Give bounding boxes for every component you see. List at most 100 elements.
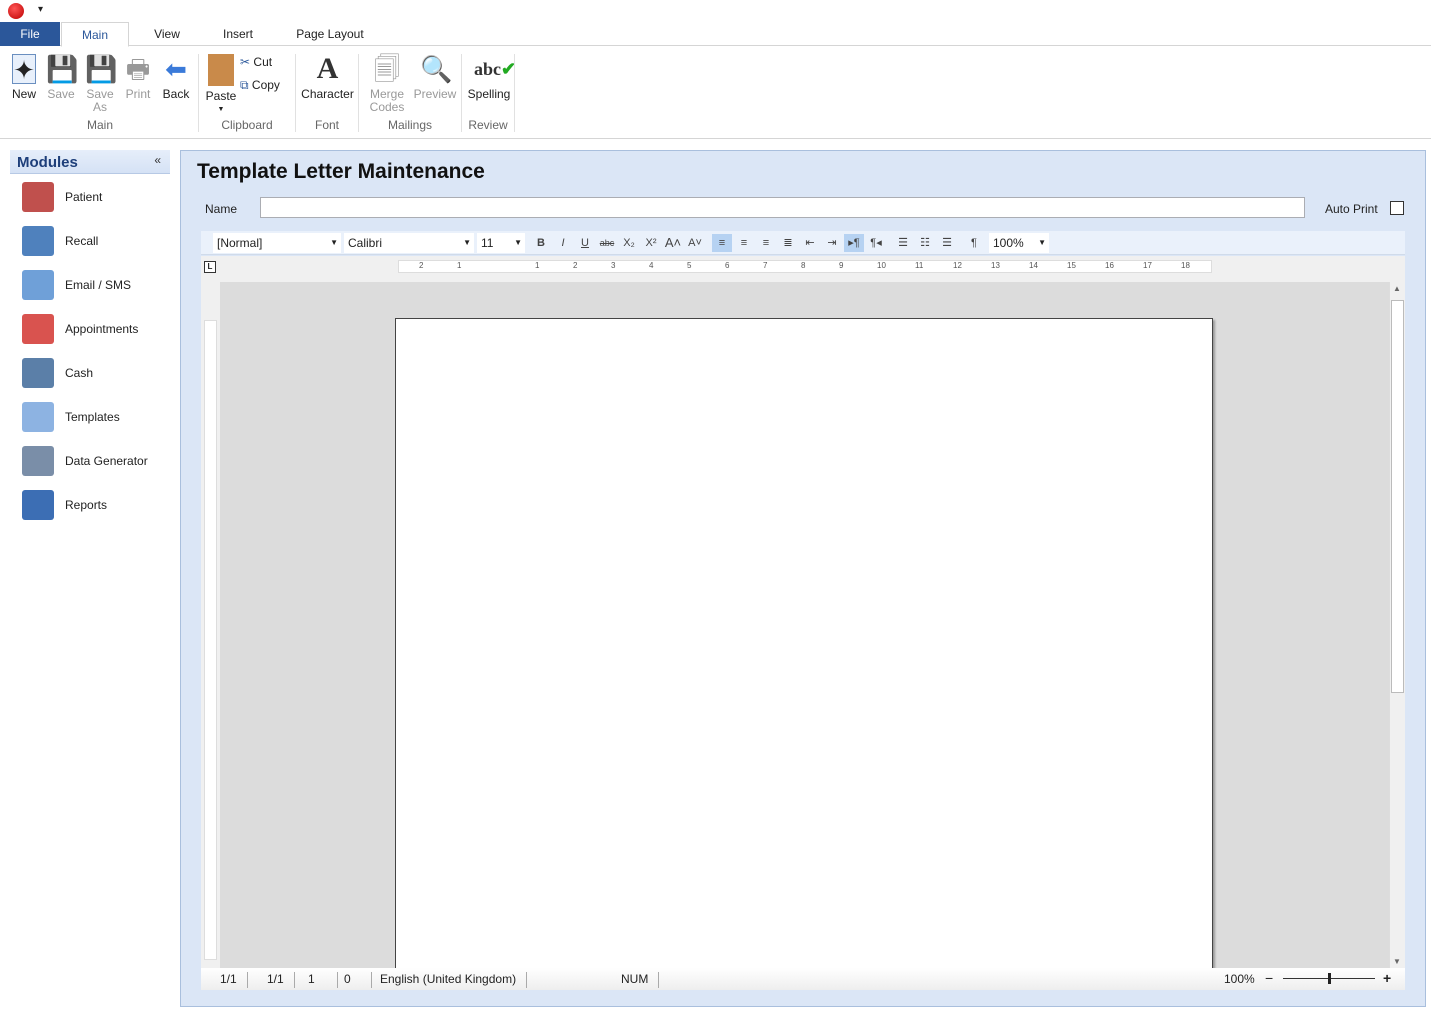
font-size-dropdown[interactable]: 11 ▼ <box>477 233 525 253</box>
tab-page-layout[interactable]: Page Layout <box>290 22 370 46</box>
status-language: English (United Kingdom) <box>380 972 528 988</box>
bold-icon[interactable]: B <box>531 234 551 252</box>
modules-title: Modules <box>17 154 78 171</box>
scrollbar-thumb[interactable] <box>1391 300 1404 693</box>
ruler-label: 6 <box>725 261 730 270</box>
bullets-icon[interactable]: ☰ <box>893 234 913 252</box>
ruler-label: 2 <box>573 261 578 270</box>
module-data-generator[interactable]: Data Generator <box>22 444 172 480</box>
grow-font-icon[interactable]: A˄ <box>663 234 683 252</box>
ltr-icon[interactable]: ▸¶ <box>844 234 864 252</box>
zoom-dropdown[interactable]: 100% ▼ <box>989 233 1049 253</box>
strikethrough-icon[interactable]: abc <box>597 234 617 252</box>
module-icon <box>22 226 54 256</box>
ruler-label: 4 <box>649 261 654 270</box>
character-button[interactable]: A Character <box>300 54 355 101</box>
module-templates[interactable]: Templates <box>22 400 172 436</box>
style-dropdown[interactable]: [Normal] ▼ <box>213 233 341 253</box>
ruler-label: 17 <box>1143 261 1152 270</box>
module-icon <box>22 446 54 476</box>
justify-icon[interactable]: ≣ <box>778 234 798 252</box>
zoom-slider[interactable] <box>1283 973 1375 984</box>
preview-button[interactable]: 🔍 Preview <box>412 54 458 101</box>
vertical-ruler[interactable] <box>201 282 220 968</box>
save-as-button[interactable]: 💾 Save As <box>84 54 118 114</box>
ribbon-tabs: File Main View Insert Page Layout <box>0 22 1431 47</box>
align-right-icon[interactable]: ≡ <box>756 234 776 252</box>
zoom-slider-thumb[interactable] <box>1328 973 1331 984</box>
save-button[interactable]: 💾 Save <box>45 54 79 101</box>
ruler-label: 16 <box>1105 261 1114 270</box>
tab-file[interactable]: File <box>0 22 60 46</box>
back-button[interactable]: ⬅ Back <box>160 54 192 101</box>
formatting-toolbar: [Normal] ▼ Calibri ▼ 11 ▼ B I U abc X₂ X² A… <box>201 231 1405 255</box>
auto-print-checkbox[interactable] <box>1390 201 1404 215</box>
save-icon: 💾 <box>46 54 79 84</box>
module-label: Patient <box>65 190 103 204</box>
cut-button[interactable]: ✂ Cut <box>240 55 272 69</box>
name-input[interactable] <box>260 197 1305 218</box>
paste-button[interactable]: Paste ▼ <box>204 54 238 116</box>
italic-icon[interactable]: I <box>553 234 573 252</box>
collapse-modules-button[interactable]: « <box>154 153 161 167</box>
subscript-icon[interactable]: X₂ <box>619 234 639 252</box>
ruler-scale[interactable]: 2 1 1 2 3 4 5 6 7 8 9 10 11 12 13 14 15 16 17 18 <box>398 260 1212 273</box>
status-num: NUM <box>621 972 660 988</box>
status-line: 1 <box>308 972 338 988</box>
underline-icon[interactable]: U <box>575 234 595 252</box>
module-icon <box>22 490 54 520</box>
spelling-button[interactable]: abc✔ Spelling <box>465 54 517 101</box>
module-reports[interactable]: Reports <box>22 488 172 524</box>
tab-view[interactable]: View <box>140 22 194 46</box>
tab-stop-selector[interactable]: L <box>204 261 216 273</box>
spellcheck-icon: abc✔ <box>474 59 517 79</box>
clipboard-icon <box>208 54 234 86</box>
module-label: Email / SMS <box>65 278 132 292</box>
new-button[interactable]: ✦ New <box>8 54 40 101</box>
ruler-label: 14 <box>1029 261 1038 270</box>
printer-icon: 🖶 <box>125 54 151 84</box>
shrink-font-icon[interactable]: A˅ <box>685 234 705 252</box>
merge-codes-button[interactable]: 🗐 Merge Codes <box>365 54 409 114</box>
superscript-icon[interactable]: X² <box>641 234 661 252</box>
numbering-icon[interactable]: ☷ <box>915 234 935 252</box>
app-logo <box>8 3 24 19</box>
font-dropdown[interactable]: Calibri ▼ <box>344 233 474 253</box>
module-email-sms[interactable]: Email / SMS <box>22 268 172 304</box>
vertical-scrollbar[interactable]: ▲ ▼ <box>1389 282 1405 968</box>
save-as-icon: 💾 <box>85 54 118 84</box>
module-recall[interactable]: Recall <box>22 224 172 260</box>
module-label: Data Generator <box>65 454 148 468</box>
multilevel-list-icon[interactable]: ☰ <box>937 234 957 252</box>
tab-main[interactable]: Main <box>61 22 129 47</box>
document-page[interactable] <box>395 318 1213 968</box>
module-patient[interactable]: Patient <box>22 180 172 216</box>
ruler-label: 1 <box>457 261 462 270</box>
rtl-icon[interactable]: ¶◂ <box>866 234 886 252</box>
increase-indent-icon[interactable]: ⇥ <box>822 234 842 252</box>
module-label: Appointments <box>65 322 139 336</box>
status-bar: 1/1 1/1 1 0 English (United Kingdom) NUM… <box>201 968 1405 990</box>
ruler-label: 18 <box>1181 261 1190 270</box>
scissors-icon: ✂ <box>240 55 251 69</box>
module-cash[interactable]: Cash <box>22 356 172 392</box>
copy-button[interactable]: ⧉ Copy <box>240 78 280 93</box>
auto-print-label: Auto Print <box>1325 202 1378 216</box>
zoom-out-button[interactable]: − <box>1265 970 1273 986</box>
show-formatting-icon[interactable]: ¶ <box>964 234 984 252</box>
document-area[interactable] <box>220 282 1389 968</box>
quick-access-dropdown[interactable]: ▾ <box>38 4 43 15</box>
ruler-label: 2 <box>419 261 424 270</box>
ruler-label: 8 <box>801 261 806 270</box>
ruler-label: 1 <box>535 261 540 270</box>
zoom-in-button[interactable]: + <box>1383 970 1391 986</box>
scroll-up-icon[interactable]: ▲ <box>1393 284 1401 293</box>
decrease-indent-icon[interactable]: ⇤ <box>800 234 820 252</box>
align-center-icon[interactable]: ≡ <box>734 234 754 252</box>
align-left-icon[interactable]: ≡ <box>712 234 732 252</box>
tab-insert[interactable]: Insert <box>212 22 264 46</box>
ribbon: ✦ New 💾 Save 💾 Save As 🖶 Print ⬅ Back Main Pa… <box>0 46 1431 139</box>
module-appointments[interactable]: Appointments <box>22 312 172 348</box>
scroll-down-icon[interactable]: ▼ <box>1393 957 1401 966</box>
print-button[interactable]: 🖶 Print <box>121 54 155 101</box>
